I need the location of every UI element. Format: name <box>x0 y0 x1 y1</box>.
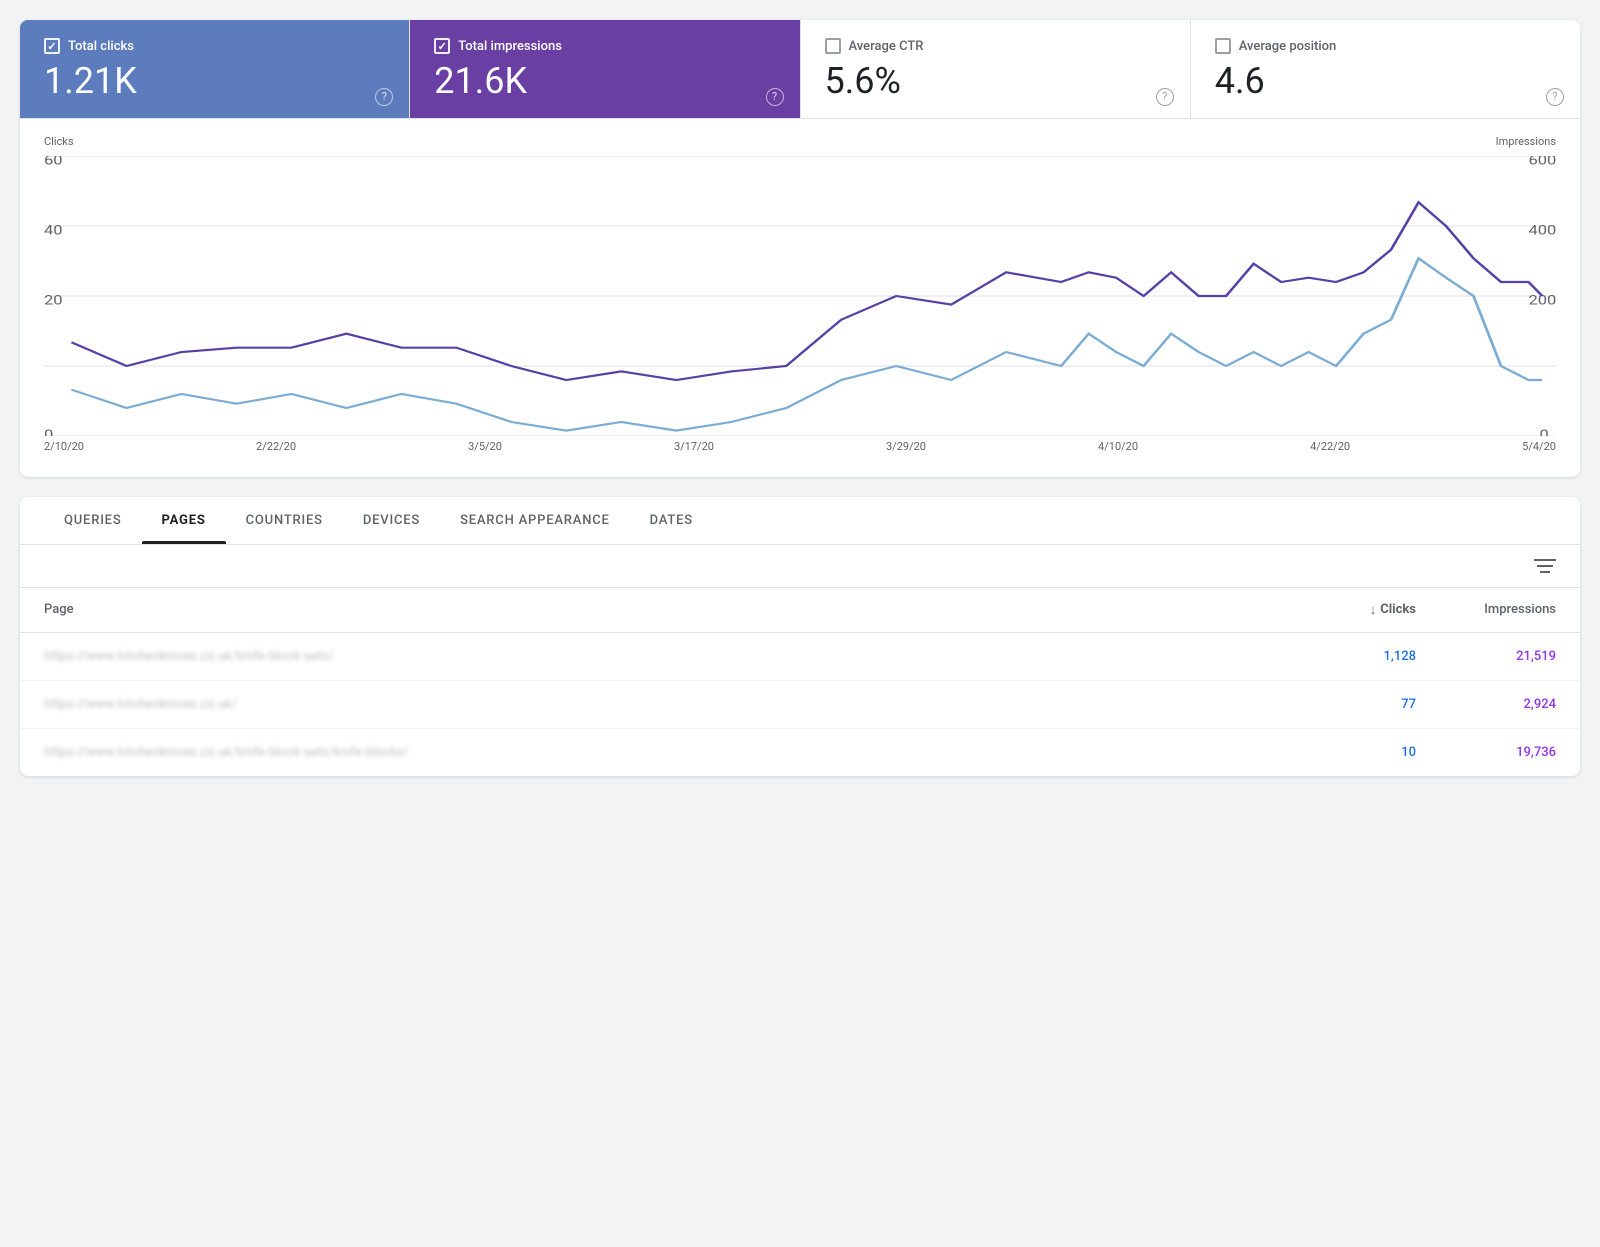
tabs-table-card: QUERIESPAGESCOUNTRIESDEVICESSEARCH APPEA… <box>20 497 1580 776</box>
x-label-4: 3/17/20 <box>674 440 714 453</box>
x-label-6: 4/10/20 <box>1098 440 1138 453</box>
metric-label-total-impressions: Total impressions <box>458 39 562 54</box>
data-table: Page ↓ Clicks Impressions https://www.ki… <box>20 588 1580 776</box>
chart-y-right-label: Impressions <box>1496 135 1556 148</box>
header-clicks[interactable]: ↓ Clicks <box>1276 602 1416 618</box>
metric-value-total-clicks: 1.21K <box>44 62 385 102</box>
metric-tile-average-ctr[interactable]: Average CTR 5.6% ? <box>801 20 1191 118</box>
table-row: https://www.kitchenknives.co.uk/ 77 2,92… <box>20 681 1580 729</box>
table-cell-impressions-0: 21,519 <box>1416 649 1556 664</box>
header-impressions[interactable]: Impressions <box>1416 602 1556 617</box>
metric-tile-total-clicks[interactable]: ✓ Total clicks 1.21K ? <box>20 20 410 118</box>
help-icon-average-ctr[interactable]: ? <box>1156 88 1174 106</box>
table-cell-impressions-2: 19,736 <box>1416 745 1556 760</box>
metric-header-total-clicks: ✓ Total clicks <box>44 38 385 54</box>
tab-search-appearance[interactable]: SEARCH APPEARANCE <box>440 497 630 544</box>
metric-label-average-ctr: Average CTR <box>849 39 924 54</box>
tab-queries[interactable]: QUERIES <box>44 497 142 544</box>
table-header: Page ↓ Clicks Impressions <box>20 588 1580 633</box>
svg-text:60: 60 <box>44 156 63 168</box>
metrics-row: ✓ Total clicks 1.21K ? ✓ Total impressio… <box>20 20 1580 119</box>
table-cell-page-2[interactable]: https://www.kitchenknives.co.uk/knife-bl… <box>44 745 1276 760</box>
x-label-3: 3/5/20 <box>468 440 502 453</box>
svg-text:40: 40 <box>44 222 63 238</box>
x-label-7: 4/22/20 <box>1310 440 1350 453</box>
help-icon-total-impressions[interactable]: ? <box>766 88 784 106</box>
table-cell-impressions-1: 2,924 <box>1416 697 1556 712</box>
checkbox-total-impressions[interactable]: ✓ <box>434 38 450 54</box>
table-cell-clicks-2: 10 <box>1276 745 1416 760</box>
metric-value-average-position: 4.6 <box>1215 62 1556 102</box>
help-icon-average-position[interactable]: ? <box>1546 88 1564 106</box>
svg-text:600: 600 <box>1529 156 1556 168</box>
x-label-2: 2/22/20 <box>256 440 296 453</box>
table-row: https://www.kitchenknives.co.uk/knife-bl… <box>20 633 1580 681</box>
metric-value-average-ctr: 5.6% <box>825 62 1166 102</box>
table-cell-clicks-0: 1,128 <box>1276 649 1416 664</box>
table-cell-page-1[interactable]: https://www.kitchenknives.co.uk/ <box>44 697 1276 712</box>
tab-dates[interactable]: DATES <box>630 497 713 544</box>
x-label-5: 3/29/20 <box>886 440 926 453</box>
table-body: https://www.kitchenknives.co.uk/knife-bl… <box>20 633 1580 776</box>
metric-header-average-ctr: Average CTR <box>825 38 1166 54</box>
svg-text:400: 400 <box>1529 222 1556 238</box>
filter-button[interactable] <box>1534 557 1556 575</box>
checkbox-average-position[interactable] <box>1215 38 1231 54</box>
svg-text:0: 0 <box>44 427 53 436</box>
tab-pages[interactable]: PAGES <box>142 497 226 544</box>
tab-devices[interactable]: DEVICES <box>343 497 440 544</box>
chart-x-labels: 2/10/20 2/22/20 3/5/20 3/17/20 3/29/20 4… <box>44 436 1556 453</box>
metric-value-total-impressions: 21.6K <box>434 62 775 102</box>
checkbox-average-ctr[interactable] <box>825 38 841 54</box>
header-page: Page <box>44 602 1276 617</box>
table-cell-page-0[interactable]: https://www.kitchenknives.co.uk/knife-bl… <box>44 649 1276 664</box>
metrics-chart-card: ✓ Total clicks 1.21K ? ✓ Total impressio… <box>20 20 1580 477</box>
metric-header-average-position: Average position <box>1215 38 1556 54</box>
metric-tile-total-impressions[interactable]: ✓ Total impressions 21.6K ? <box>410 20 800 118</box>
filter-row <box>20 545 1580 588</box>
help-icon-total-clicks[interactable]: ? <box>375 88 393 106</box>
tab-countries[interactable]: COUNTRIES <box>226 497 343 544</box>
table-cell-clicks-1: 77 <box>1276 697 1416 712</box>
tabs-row: QUERIESPAGESCOUNTRIESDEVICESSEARCH APPEA… <box>20 497 1580 545</box>
chart-y-left-label: Clicks <box>44 135 74 148</box>
svg-text:20: 20 <box>44 292 63 308</box>
svg-text:0: 0 <box>1540 427 1549 436</box>
chart-area: Clicks Impressions 60 40 20 0 600 400 20… <box>20 119 1580 477</box>
metric-tile-average-position[interactable]: Average position 4.6 ? <box>1191 20 1580 118</box>
metric-label-total-clicks: Total clicks <box>68 39 134 54</box>
x-label-8: 5/4/20 <box>1522 440 1556 453</box>
x-label-1: 2/10/20 <box>44 440 84 453</box>
metric-label-average-position: Average position <box>1239 39 1337 54</box>
metric-header-total-impressions: ✓ Total impressions <box>434 38 775 54</box>
checkbox-total-clicks[interactable]: ✓ <box>44 38 60 54</box>
sort-down-icon: ↓ <box>1370 602 1377 618</box>
chart-svg: 60 40 20 0 600 400 200 0 <box>44 156 1556 436</box>
table-row: https://www.kitchenknives.co.uk/knife-bl… <box>20 729 1580 776</box>
